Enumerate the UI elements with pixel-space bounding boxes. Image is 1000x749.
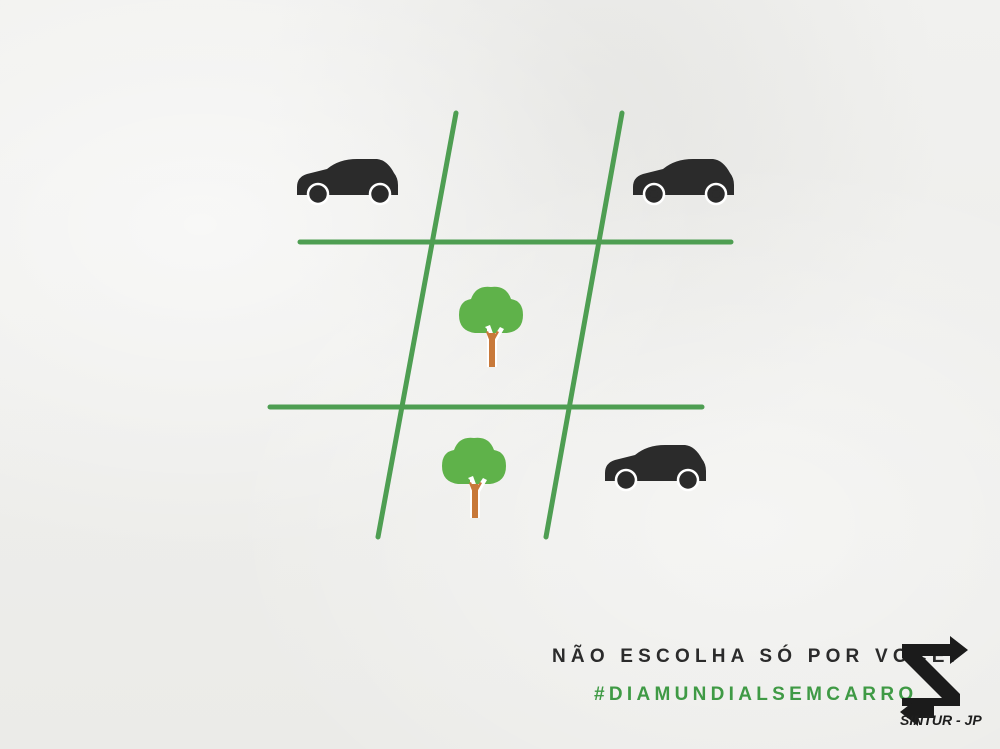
car-icon — [631, 157, 736, 206]
tic-tac-toe-board — [267, 110, 736, 540]
car-icon — [295, 157, 400, 206]
tree-icon — [459, 286, 523, 367]
brand-name: SINTUR - JP — [900, 712, 982, 728]
car-icon — [603, 443, 708, 492]
hashtag: #DIAMUNDIALSEMCARRO — [594, 684, 918, 705]
tree-icon — [442, 437, 506, 518]
